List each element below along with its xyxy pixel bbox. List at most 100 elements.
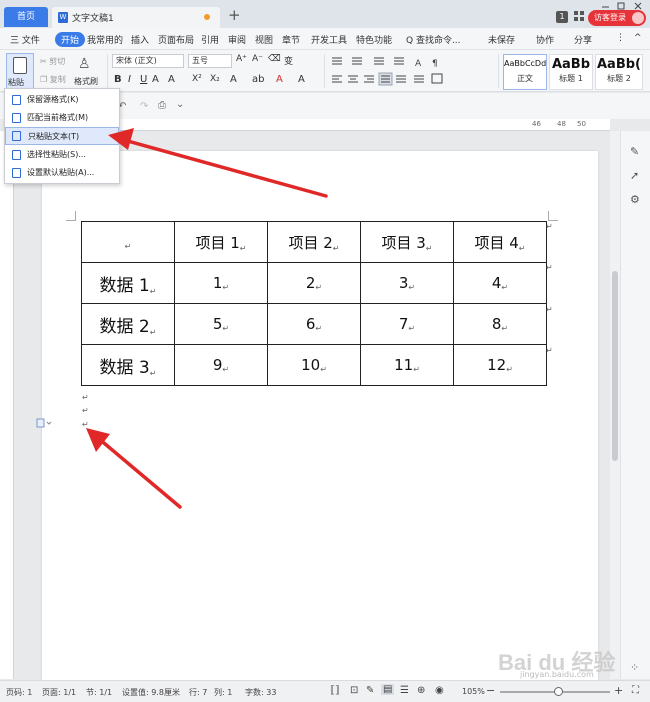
bold-icon[interactable]: B	[114, 74, 122, 85]
command-search[interactable]: Q 查找命令...	[406, 33, 461, 46]
layout-icon[interactable]: ⊡	[350, 685, 358, 696]
grid-icon[interactable]	[573, 10, 585, 22]
paste-text-only[interactable]: 只粘贴文本(T)	[5, 127, 119, 145]
zoom-slider-knob[interactable]	[554, 687, 563, 696]
document-area[interactable]	[14, 131, 610, 691]
tab-document[interactable]: W 文字文稿1	[52, 7, 220, 28]
cut-button[interactable]: ✂ 剪切	[40, 56, 65, 67]
table-cell[interactable]: 项目 4↵	[453, 221, 547, 263]
menu-chapter[interactable]: 章节	[282, 33, 300, 46]
reading-view-icon[interactable]: ◉	[435, 685, 444, 696]
paste-button[interactable]: 粘贴	[6, 53, 34, 89]
zoom-slider[interactable]	[500, 687, 610, 696]
horizontal-ruler[interactable]: 46 48 50	[90, 119, 610, 131]
scrollbar-thumb[interactable]	[612, 271, 618, 461]
table-cell[interactable]: 10↵	[267, 344, 361, 386]
paste-match-format[interactable]: 匹配当前格式(M)	[5, 109, 119, 127]
menu-dev-tools[interactable]: 开发工具	[311, 33, 347, 46]
menu-frequent[interactable]: 我常用的	[87, 33, 123, 46]
table-cell[interactable]: 项目 1↵	[174, 221, 268, 263]
cursor-icon[interactable]: ➚	[630, 169, 639, 182]
visitor-login-button[interactable]: 访客登录	[588, 10, 646, 26]
paste-keep-source-format[interactable]: 保留源格式(K)	[5, 91, 119, 109]
table-cell[interactable]: 8↵	[453, 303, 547, 345]
style-normal[interactable]: AaBbCcDd 正文	[503, 54, 547, 90]
collaborate-button[interactable]: 协作	[536, 33, 554, 46]
table-cell[interactable]: 2↵	[267, 262, 361, 304]
font-color-red-icon[interactable]: A	[276, 74, 283, 85]
new-tab-button[interactable]: +	[228, 6, 241, 24]
vertical-ruler[interactable]	[0, 131, 14, 679]
underline-icon[interactable]: U	[140, 74, 147, 85]
print-icon[interactable]: ⎙	[158, 100, 166, 111]
table-cell[interactable]: 数据 1↵	[81, 262, 175, 304]
window-controls[interactable]	[598, 1, 648, 11]
menu-view[interactable]: 视图	[255, 33, 273, 46]
web-view-icon[interactable]: ⊕	[417, 685, 425, 696]
zoom-out-button[interactable]: −	[486, 684, 495, 697]
highlight-icon[interactable]: ab	[252, 74, 264, 85]
zoom-level[interactable]: 105%	[462, 687, 485, 696]
menu-start[interactable]: 开始	[55, 32, 86, 47]
zoom-in-button[interactable]: +	[614, 684, 623, 697]
paste-options-icon[interactable]	[36, 418, 52, 428]
tab-home[interactable]: 首页	[4, 7, 48, 27]
shrink-font-icon[interactable]: A⁻	[252, 54, 263, 64]
table-cell[interactable]: 项目 3↵	[360, 221, 454, 263]
share-button[interactable]: 分享	[574, 33, 592, 46]
table-cell[interactable]: 1↵	[174, 262, 268, 304]
table-cell[interactable]: 6↵	[267, 303, 361, 345]
menu-features[interactable]: 特色功能	[356, 33, 392, 46]
redo-icon[interactable]: ↷	[140, 101, 148, 112]
phonetic-icon[interactable]: 变	[284, 54, 293, 67]
font-name-select[interactable]: 宋体 (正文)	[112, 54, 184, 68]
paste-special[interactable]: 选择性粘贴(S)...	[5, 146, 119, 164]
edit-icon[interactable]: ✎	[366, 685, 374, 696]
paste-set-default[interactable]: 设置默认粘贴(A)...	[5, 164, 119, 182]
unsaved-status[interactable]: 未保存	[488, 33, 515, 46]
table-cell[interactable]: 数据 2↵	[81, 303, 175, 345]
grow-font-icon[interactable]: A⁺	[236, 54, 247, 64]
table-cell[interactable]: 4↵	[453, 262, 547, 304]
pen-icon[interactable]: ✎	[630, 145, 639, 158]
vertical-scrollbar[interactable]	[610, 131, 620, 679]
table-cell[interactable]: 9↵	[174, 344, 268, 386]
paragraph-tools[interactable]: A ¶	[330, 55, 450, 87]
copy-button[interactable]: ❐ 复制	[40, 74, 66, 85]
data-table[interactable]: ↵ 项目 1↵ 项目 2↵ 项目 3↵ 项目 4↵ 数据 1↵ 1↵ 2↵ 3↵…	[81, 221, 547, 386]
menu-page-layout[interactable]: 页面布局	[158, 33, 194, 46]
table-cell[interactable]: 12↵	[453, 344, 547, 386]
table-cell[interactable]: ↵	[81, 221, 175, 263]
more-icon[interactable]: ⋮	[616, 33, 625, 43]
outline-view-icon[interactable]: ☰	[400, 685, 409, 696]
window-count-badge[interactable]: 1	[556, 11, 568, 23]
table-cell[interactable]: 11↵	[360, 344, 454, 386]
clear-format-icon[interactable]: ⌫	[268, 54, 281, 64]
status-word-count[interactable]: 字数: 33	[245, 687, 276, 698]
menu-review[interactable]: 审阅	[228, 33, 246, 46]
font-color-icon[interactable]: A	[168, 74, 175, 85]
char-border-icon[interactable]: A	[298, 74, 305, 85]
format-painter-label[interactable]: 格式刷	[74, 76, 98, 87]
table-cell[interactable]: 3↵	[360, 262, 454, 304]
adjust-icon[interactable]: ⚙	[630, 193, 640, 206]
apps-icon[interactable]: ⁘	[630, 661, 639, 674]
text-effect-icon[interactable]: A	[230, 74, 237, 85]
proofread-icon[interactable]: ⟦⟧	[330, 685, 340, 696]
style-heading-1[interactable]: AaBb 标题 1	[549, 54, 593, 90]
menu-insert[interactable]: 插入	[131, 33, 149, 46]
menu-reference[interactable]: 引用	[201, 33, 219, 46]
table-cell[interactable]: 数据 3↵	[81, 344, 175, 386]
page-view-icon[interactable]: ▤	[381, 684, 395, 695]
strikethrough-icon[interactable]: A	[152, 74, 159, 85]
italic-icon[interactable]: I	[128, 74, 131, 85]
subscript-icon[interactable]: X₂	[210, 74, 220, 84]
format-painter-icon[interactable]: ♙	[78, 56, 91, 72]
table-cell[interactable]: 项目 2↵	[267, 221, 361, 263]
superscript-icon[interactable]: X²	[192, 74, 202, 84]
fullscreen-icon[interactable]: ⛶	[632, 685, 639, 696]
font-size-select[interactable]: 五号	[188, 54, 232, 68]
customize-icon[interactable]: ⌄	[176, 99, 184, 110]
table-cell[interactable]: 7↵	[360, 303, 454, 345]
collapse-ribbon-icon[interactable]: ^	[634, 33, 642, 43]
